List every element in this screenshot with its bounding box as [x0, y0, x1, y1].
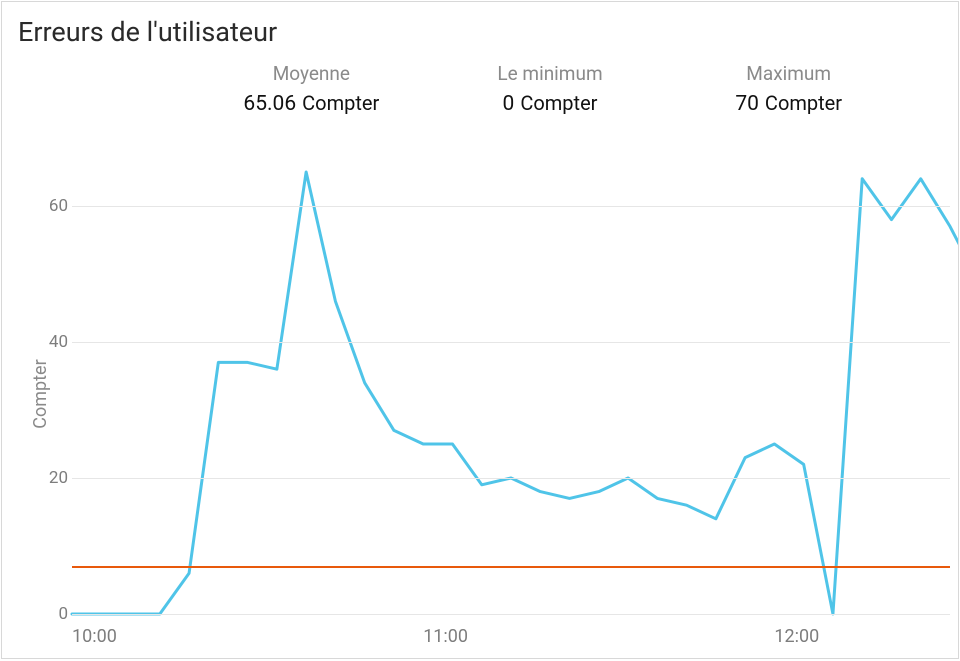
- chart-title: Erreurs de l'utilisateur: [2, 2, 958, 54]
- stats-row: Moyenne 65.06 Compter Le minimum 0 Compt…: [2, 54, 958, 116]
- stat-minimum: Le minimum 0 Compter: [431, 62, 670, 116]
- stat-average-value: 65.06: [243, 92, 296, 116]
- stat-minimum-unit: Compter: [520, 91, 597, 115]
- x-tick-label: 10:00: [72, 626, 117, 647]
- y-axis-label: Compter: [30, 359, 51, 428]
- y-tick-label: 60: [38, 196, 68, 216]
- chart-area: Compter 0204060 10:0011:0012:00: [2, 130, 958, 658]
- stat-average: Moyenne 65.06 Compter: [192, 62, 431, 116]
- chart-panel: Erreurs de l'utilisateur Moyenne 65.06 C…: [1, 1, 959, 659]
- stat-minimum-label: Le minimum: [431, 62, 670, 85]
- stat-average-unit: Compter: [302, 91, 379, 115]
- grid-line: [72, 614, 950, 615]
- y-tick-label: 0: [38, 604, 68, 624]
- series-line: [72, 172, 959, 614]
- grid-line: [72, 478, 950, 479]
- y-tick-label: 40: [38, 332, 68, 352]
- x-tick-label: 11:00: [423, 626, 468, 647]
- grid-line: [72, 342, 950, 343]
- x-axis: 10:00 11:00 12:00: [72, 618, 950, 658]
- plot-region[interactable]: 0204060: [72, 138, 950, 614]
- stat-maximum-label: Maximum: [669, 62, 908, 85]
- stat-maximum-value: 70: [735, 92, 759, 116]
- stat-average-label: Moyenne: [192, 62, 431, 85]
- stat-maximum-unit: Compter: [765, 91, 842, 115]
- line-series: [72, 138, 950, 614]
- y-tick-label: 20: [38, 468, 68, 488]
- threshold-line: [72, 566, 950, 568]
- stat-maximum: Maximum 70 Compter: [669, 62, 908, 116]
- stat-minimum-value: 0: [503, 92, 515, 116]
- grid-line: [72, 206, 950, 207]
- x-tick-label: 12:00: [774, 626, 819, 647]
